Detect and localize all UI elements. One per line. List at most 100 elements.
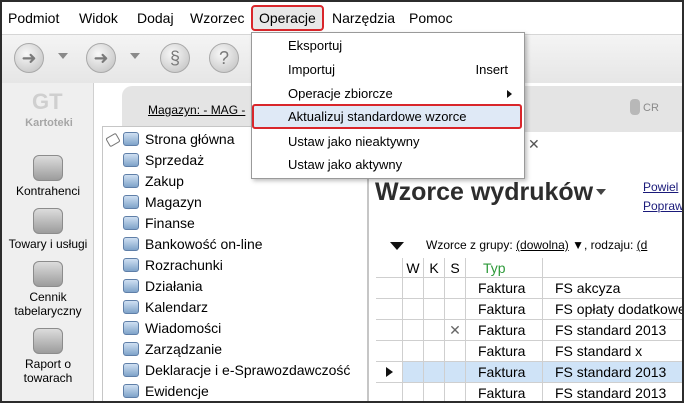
cell-name[interactable]: FS akcyza bbox=[543, 278, 682, 299]
module-cennik[interactable]: Cennik tabelaryczny bbox=[2, 261, 94, 318]
header-w[interactable]: W bbox=[403, 258, 424, 278]
pin-icon[interactable] bbox=[105, 132, 121, 148]
page-title[interactable]: Wzorce wydruków bbox=[375, 178, 607, 207]
link-powiel[interactable]: Powiel bbox=[643, 180, 678, 194]
kind-filter-value[interactable]: (d bbox=[637, 238, 648, 252]
menu-pomoc[interactable]: Pomoc bbox=[409, 9, 453, 27]
row-indicator[interactable] bbox=[376, 320, 403, 341]
filter-bar: Wzorce z grupy: (dowolna) ▼, rodzaju: (d bbox=[426, 238, 647, 252]
nav-item-wiadomosci[interactable]: Wiadomości bbox=[123, 318, 367, 339]
nav-item-finanse[interactable]: Finanse bbox=[123, 213, 367, 234]
kartoteki-header[interactable]: GT Kartoteki bbox=[10, 87, 88, 133]
header-name[interactable] bbox=[543, 258, 682, 278]
help-icon[interactable]: ? bbox=[209, 43, 239, 73]
calendar-icon bbox=[123, 300, 139, 314]
cell-k bbox=[424, 341, 445, 362]
menu-narzedzia[interactable]: Narzędzia bbox=[332, 9, 395, 27]
cell-w bbox=[403, 341, 424, 362]
forward-arrow-icon[interactable]: ➜ bbox=[86, 43, 116, 73]
menu-ustaw-aktywny[interactable]: Ustaw jako aktywny bbox=[252, 153, 522, 176]
link-popraw[interactable]: Popraw bbox=[643, 199, 682, 213]
cell-name[interactable]: FS standard x bbox=[543, 341, 682, 362]
row-indicator[interactable] bbox=[376, 278, 403, 299]
nav-item-dzialania[interactable]: Działania bbox=[123, 276, 367, 297]
page-title-text: Wzorce wydruków bbox=[375, 178, 594, 206]
templates-grid: W K S Typ Faktura FS akcyza Faktura FS o… bbox=[376, 258, 682, 401]
cell-s bbox=[445, 362, 466, 383]
nav-label: Deklaracje i e-Sprawozdawczość bbox=[145, 362, 351, 378]
menu-ustaw-nieaktywny[interactable]: Ustaw jako nieaktywny bbox=[252, 130, 522, 153]
module-label: Cennik tabelaryczny bbox=[14, 290, 82, 318]
nav-item-magazyn[interactable]: Magazyn bbox=[123, 192, 367, 213]
row-indicator[interactable] bbox=[376, 362, 403, 383]
cell-w bbox=[403, 320, 424, 341]
caret-down-icon[interactable]: ▼ bbox=[569, 238, 584, 252]
shortcut-label: Insert bbox=[475, 62, 508, 77]
menu-label: Ustaw jako aktywny bbox=[288, 157, 403, 172]
header-typ[interactable]: Typ bbox=[466, 258, 543, 278]
nav-label: Magazyn bbox=[145, 194, 202, 210]
nav-label: Zakup bbox=[145, 173, 184, 189]
nav-label: Działania bbox=[145, 278, 203, 294]
cell-w bbox=[403, 299, 424, 320]
cell-typ[interactable]: Faktura bbox=[466, 320, 543, 341]
header-k[interactable]: K bbox=[424, 258, 445, 278]
cell-typ[interactable]: Faktura bbox=[466, 278, 543, 299]
nav-item-ewidencje[interactable]: Ewidencje bbox=[123, 381, 367, 401]
sales-icon bbox=[123, 153, 139, 167]
cell-name[interactable]: FS standard 2013 bbox=[543, 320, 682, 341]
row-indicator[interactable] bbox=[376, 383, 403, 401]
chevron-down-icon bbox=[596, 189, 607, 195]
cell-typ[interactable]: Faktura bbox=[466, 341, 543, 362]
nav-item-deklaracje[interactable]: Deklaracje i e-Sprawozdawczość bbox=[123, 360, 367, 381]
row-indicator[interactable] bbox=[376, 341, 403, 362]
back-dropdown-icon[interactable] bbox=[58, 53, 68, 59]
menu-operacje-zbiorcze[interactable]: Operacje zbiorcze bbox=[252, 82, 524, 105]
contacts-icon bbox=[33, 155, 63, 181]
kartoteki-label: Kartoteki bbox=[25, 117, 73, 129]
menu-operacje[interactable]: Operacje bbox=[251, 5, 324, 31]
magazyn-selector[interactable]: Magazyn: - MAG - bbox=[148, 103, 245, 117]
nav-label: Rozrachunki bbox=[145, 257, 223, 273]
menu-dodaj[interactable]: Dodaj bbox=[137, 9, 174, 27]
cell-name[interactable]: FS standard 2013 bbox=[543, 383, 682, 401]
menu-podmiot[interactable]: Podmiot bbox=[8, 9, 59, 27]
header-s[interactable]: S bbox=[445, 258, 466, 278]
header-indicator bbox=[376, 258, 403, 278]
module-kontrahenci[interactable]: Kontrahenci bbox=[2, 155, 94, 198]
cell-s bbox=[445, 383, 466, 401]
close-tab-icon[interactable]: ✕ bbox=[528, 136, 540, 153]
cell-typ[interactable]: Faktura bbox=[466, 383, 543, 401]
menu-label: Importuj bbox=[288, 62, 335, 77]
cell-s bbox=[445, 341, 466, 362]
menu-eksportuj[interactable]: Eksportuj bbox=[252, 34, 524, 57]
cell-name[interactable]: FS standard 2013 bbox=[543, 362, 682, 383]
group-filter-label: Wzorce z grupy: bbox=[426, 238, 513, 252]
menu-importuj[interactable]: Importuj Insert bbox=[252, 58, 524, 81]
cell-typ[interactable]: Faktura bbox=[466, 299, 543, 320]
nav-item-zarzadzanie[interactable]: Zarządzanie bbox=[123, 339, 367, 360]
menu-aktualizuj-wzorce[interactable]: Aktualizuj standardowe wzorce bbox=[252, 105, 522, 128]
app-window: Podmiot Widok Dodaj Wzorzec Operacje Nar… bbox=[0, 0, 684, 403]
cell-name[interactable]: FS opłaty dodatkowe bbox=[543, 299, 682, 320]
group-filter-value[interactable]: (dowolna) bbox=[516, 238, 569, 252]
finance-icon bbox=[123, 216, 139, 230]
collapse-filters-icon[interactable] bbox=[390, 242, 404, 250]
sync-icon[interactable]: § bbox=[160, 43, 190, 73]
nav-item-kalendarz[interactable]: Kalendarz bbox=[123, 297, 367, 318]
current-row-icon bbox=[386, 367, 393, 377]
module-raport[interactable]: Raport o towarach bbox=[2, 328, 94, 385]
row-indicator[interactable] bbox=[376, 299, 403, 320]
kind-filter-label: , rodzaju: bbox=[583, 238, 634, 252]
cell-typ[interactable]: Faktura bbox=[466, 362, 543, 383]
nav-item-bankowosc[interactable]: Bankowość on-line bbox=[123, 234, 367, 255]
menu-widok[interactable]: Widok bbox=[79, 9, 118, 27]
nav-label: Wiadomości bbox=[145, 320, 222, 336]
nav-item-rozrachunki[interactable]: Rozrachunki bbox=[123, 255, 367, 276]
back-arrow-icon[interactable]: ➜ bbox=[14, 43, 44, 73]
forward-dropdown-icon[interactable] bbox=[130, 53, 140, 59]
home-icon bbox=[123, 132, 139, 146]
menu-wzorzec[interactable]: Wzorzec bbox=[190, 9, 244, 27]
module-towary[interactable]: Towary i usługi bbox=[2, 208, 94, 251]
cell-k bbox=[424, 362, 445, 383]
